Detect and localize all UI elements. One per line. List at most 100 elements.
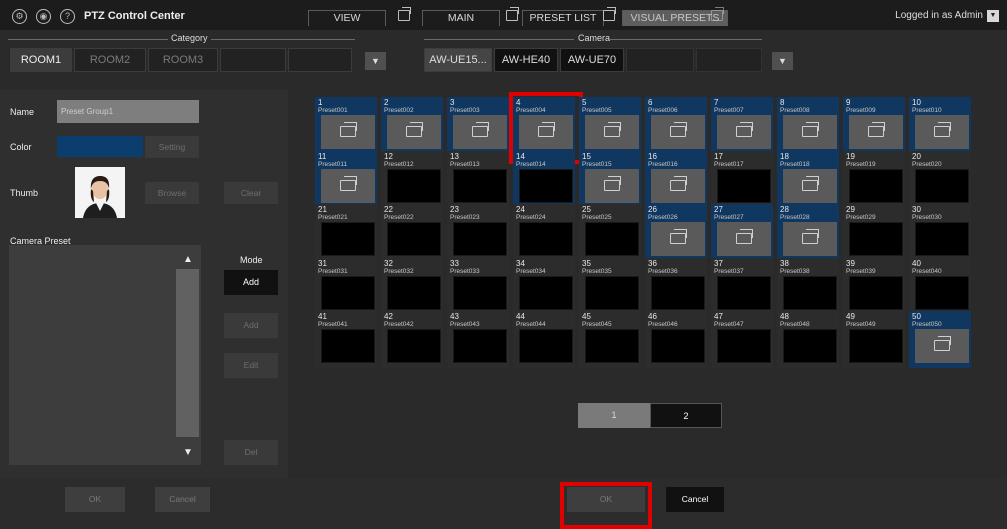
cancel-button[interactable]: Cancel — [666, 487, 724, 512]
preset-thumbnail[interactable] — [651, 222, 705, 256]
preset-cell-13[interactable]: 13 Preset013 — [447, 150, 509, 208]
preset-thumbnail[interactable] — [453, 168, 507, 203]
preset-cell-11[interactable]: 11 Preset011 — [315, 150, 377, 208]
camera-aw-ue70[interactable]: AW-UE70 — [560, 48, 624, 72]
preset-thumbnail[interactable] — [519, 168, 573, 203]
clear-button[interactable]: Clear — [224, 182, 278, 204]
preset-cell-41[interactable]: 41 Preset041 — [315, 311, 377, 368]
preset-cell-2[interactable]: 2 Preset002 — [381, 97, 443, 154]
camera-dropdown-icon[interactable]: ▼ — [772, 52, 793, 70]
page-2-button[interactable]: 2 — [650, 403, 722, 428]
preset-thumbnail[interactable] — [915, 275, 969, 310]
preset-cell-21[interactable]: 21 Preset021 — [315, 204, 377, 261]
category-empty-slot[interactable] — [288, 48, 352, 72]
preset-thumbnail[interactable] — [651, 115, 705, 149]
category-room2[interactable]: ROOM2 — [74, 48, 146, 72]
preset-cell-8[interactable]: 8 Preset008 — [777, 97, 839, 154]
preset-list-scrollbar[interactable] — [176, 269, 199, 437]
preset-thumbnail[interactable] — [585, 222, 639, 256]
preset-thumbnail[interactable] — [585, 168, 639, 203]
popout-view-icon[interactable] — [398, 7, 411, 21]
preset-thumbnail[interactable] — [783, 222, 837, 256]
category-empty-slot[interactable] — [220, 48, 286, 72]
preset-thumbnail[interactable] — [717, 115, 771, 149]
category-dropdown-icon[interactable]: ▼ — [365, 52, 386, 70]
color-swatch[interactable] — [57, 136, 143, 157]
preset-thumbnail[interactable] — [321, 222, 375, 256]
preset-cell-1[interactable]: 1 Preset001 — [315, 97, 377, 154]
preset-thumbnail[interactable] — [387, 275, 441, 310]
preset-cell-30[interactable]: 30 Preset030 — [909, 204, 971, 261]
left-cancel-button[interactable]: Cancel — [155, 487, 210, 512]
preset-cell-34[interactable]: 34 Preset034 — [513, 257, 575, 315]
preset-thumbnail[interactable] — [453, 329, 507, 363]
preset-thumbnail[interactable] — [717, 168, 771, 203]
preset-thumbnail[interactable] — [321, 168, 375, 203]
tab-main[interactable]: MAIN — [422, 10, 500, 26]
preset-thumbnail[interactable] — [915, 222, 969, 256]
preset-thumbnail[interactable] — [783, 168, 837, 203]
preset-thumbnail[interactable] — [783, 275, 837, 310]
popout-visual-presets-icon[interactable] — [711, 7, 724, 21]
preset-thumbnail[interactable] — [585, 329, 639, 363]
preset-cell-14[interactable]: 14 Preset014 — [513, 150, 575, 208]
preset-cell-28[interactable]: 28 Preset028 — [777, 204, 839, 261]
page-1-button[interactable]: 1 — [578, 403, 650, 428]
user-dropdown-icon[interactable]: ▼ — [987, 10, 999, 22]
preset-cell-24[interactable]: 24 Preset024 — [513, 204, 575, 261]
preset-cell-20[interactable]: 20 Preset020 — [909, 150, 971, 208]
preset-cell-38[interactable]: 38 Preset038 — [777, 257, 839, 315]
preset-cell-49[interactable]: 49 Preset049 — [843, 311, 905, 368]
preset-thumbnail[interactable] — [849, 275, 903, 310]
preset-thumbnail[interactable] — [321, 275, 375, 310]
preset-thumbnail[interactable] — [321, 329, 375, 363]
preset-thumbnail[interactable] — [453, 115, 507, 149]
preset-cell-43[interactable]: 43 Preset043 — [447, 311, 509, 368]
preset-cell-12[interactable]: 12 Preset012 — [381, 150, 443, 208]
mode-add-toggle[interactable]: Add — [224, 270, 278, 295]
preset-cell-19[interactable]: 19 Preset019 — [843, 150, 905, 208]
preset-cell-39[interactable]: 39 Preset039 — [843, 257, 905, 315]
preset-cell-5[interactable]: 5 Preset005 — [579, 97, 641, 154]
tab-view[interactable]: VIEW — [308, 10, 386, 26]
preset-cell-27[interactable]: 27 Preset027 — [711, 204, 773, 261]
preset-thumbnail[interactable] — [915, 168, 969, 203]
preset-cell-18[interactable]: 18 Preset018 — [777, 150, 839, 208]
preset-cell-47[interactable]: 47 Preset047 — [711, 311, 773, 368]
browse-button[interactable]: Browse — [145, 182, 199, 204]
camera-aw-ue15[interactable]: AW-UE15... — [424, 48, 492, 72]
preset-cell-10[interactable]: 10 Preset010 — [909, 97, 971, 154]
preset-cell-44[interactable]: 44 Preset044 — [513, 311, 575, 368]
gear-icon[interactable]: ⚙ — [12, 9, 27, 24]
preset-thumbnail[interactable] — [387, 222, 441, 256]
preset-thumbnail[interactable] — [387, 115, 441, 149]
preset-thumbnail[interactable] — [849, 115, 903, 149]
preset-thumbnail[interactable] — [717, 222, 771, 256]
scroll-down-icon[interactable]: ▼ — [183, 447, 193, 458]
scroll-up-icon[interactable]: ▲ — [183, 254, 193, 265]
left-ok-button[interactable]: OK — [65, 487, 125, 512]
preset-cell-3[interactable]: 3 Preset003 — [447, 97, 509, 154]
preset-cell-26[interactable]: 26 Preset026 — [645, 204, 707, 261]
preset-thumbnail[interactable] — [453, 275, 507, 310]
preset-thumbnail[interactable] — [585, 275, 639, 310]
preset-cell-25[interactable]: 25 Preset025 — [579, 204, 641, 261]
preset-cell-7[interactable]: 7 Preset007 — [711, 97, 773, 154]
category-room3[interactable]: ROOM3 — [148, 48, 218, 72]
preset-thumbnail[interactable] — [519, 275, 573, 310]
preset-cell-31[interactable]: 31 Preset031 — [315, 257, 377, 315]
preset-thumbnail[interactable] — [717, 329, 771, 363]
preset-thumbnail[interactable] — [651, 329, 705, 363]
preset-cell-23[interactable]: 23 Preset023 — [447, 204, 509, 261]
preset-thumbnail[interactable] — [453, 222, 507, 256]
preset-thumbnail[interactable] — [849, 222, 903, 256]
camera-aw-he40[interactable]: AW-HE40 — [494, 48, 558, 72]
setting-button[interactable]: Setting — [145, 136, 199, 158]
preset-cell-37[interactable]: 37 Preset037 — [711, 257, 773, 315]
preset-thumbnail[interactable] — [783, 115, 837, 149]
add-button[interactable]: Add — [224, 313, 278, 338]
preset-cell-42[interactable]: 42 Preset042 — [381, 311, 443, 368]
preset-cell-9[interactable]: 9 Preset009 — [843, 97, 905, 154]
preset-cell-35[interactable]: 35 Preset035 — [579, 257, 641, 315]
preset-thumbnail[interactable] — [717, 275, 771, 310]
